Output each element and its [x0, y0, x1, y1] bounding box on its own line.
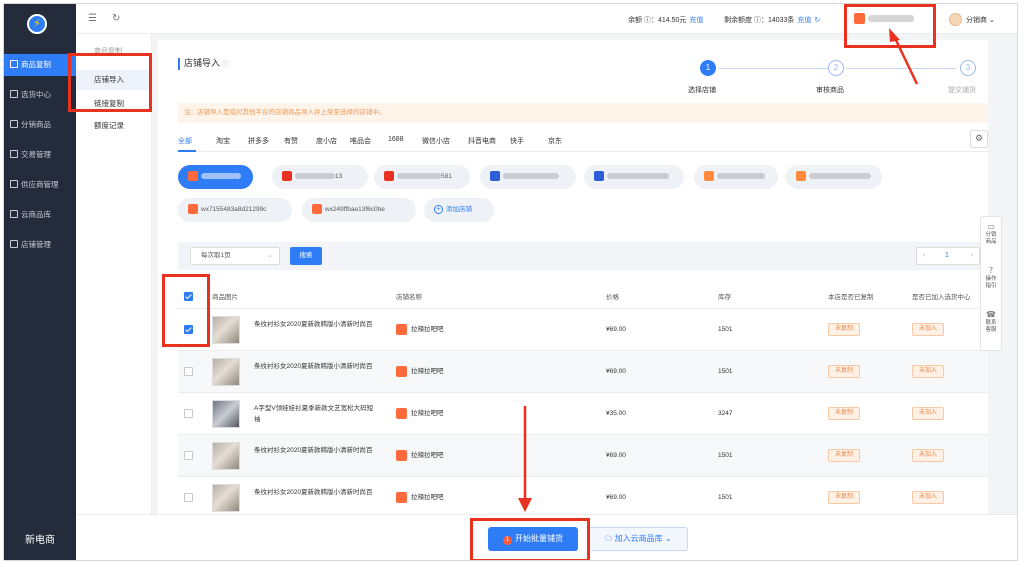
annotation-arrowhead-shop: [889, 28, 900, 42]
app-window: ⚡ 商品复制 选货中心 分销商品 交易管理 供应商管理 云商品库 店铺管理 新电商 ☰ ↻ …: [3, 3, 1018, 561]
annotation-arrowhead-button: [518, 498, 532, 512]
annotation-arrow-shop: [892, 35, 919, 85]
annotation-arrows: [518, 28, 919, 512]
